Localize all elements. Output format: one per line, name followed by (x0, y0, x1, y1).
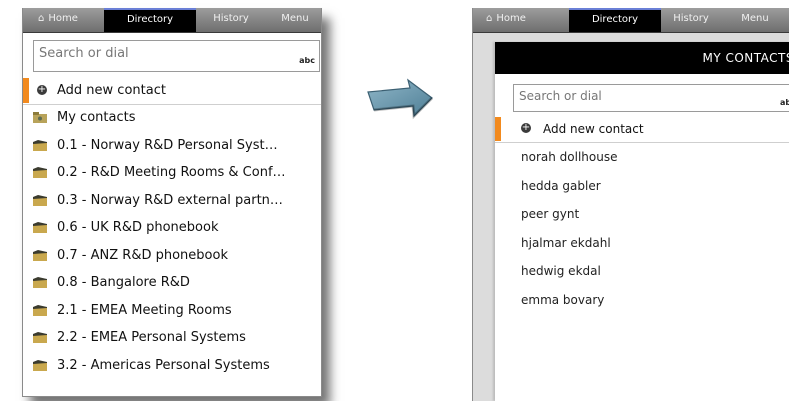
folder-label: 0.2 - R&D Meeting Rooms & Conf… (57, 165, 286, 180)
folder-item[interactable]: 3.2 - Americas Personal Systems (23, 353, 321, 379)
tab-history[interactable]: History (201, 8, 261, 32)
tab-home[interactable]: ⌂ Home (473, 8, 539, 32)
page-title-bar: MY CONTACTS (495, 42, 789, 74)
directory-panel: ⌂ Home Directory History Menu Search or d… (22, 8, 322, 397)
input-mode-indicator[interactable]: abc (780, 98, 789, 107)
folder-item[interactable]: 0.8 - Bangalore R&D (23, 270, 321, 296)
add-icon: + (37, 84, 47, 95)
contact-item[interactable]: hjalmar ekdahl (521, 230, 781, 256)
folder-icon (33, 359, 47, 371)
add-new-contact-label: Add new contact (57, 83, 166, 98)
search-input[interactable]: Search or dial abc (33, 40, 320, 72)
tab-directory[interactable]: Directory (104, 8, 196, 32)
my-contacts-panel: ⌂ Home Directory History Menu MY CONTACTS… (472, 8, 789, 401)
tab-home-label: Home (496, 13, 526, 24)
folder-label: My contacts (57, 110, 136, 125)
add-new-contact-item[interactable]: + Add new contact (23, 78, 321, 104)
tab-home[interactable]: ⌂ Home (23, 8, 93, 32)
search-input[interactable]: Search or dial abc (513, 84, 789, 112)
page-title: MY CONTACTS (702, 51, 789, 65)
tab-menu[interactable]: Menu (269, 8, 321, 32)
add-new-contact-item[interactable]: + Add new contact (495, 116, 789, 142)
tab-home-label: Home (48, 13, 78, 24)
input-mode-indicator[interactable]: abc (299, 56, 315, 65)
folder-label: 0.7 - ANZ R&D phonebook (57, 247, 228, 263)
add-new-contact-label: Add new contact (543, 122, 644, 136)
folder-item[interactable]: 0.3 - Norway R&D external partn… (23, 188, 321, 214)
folder-icon (33, 249, 47, 261)
folder-icon (33, 277, 47, 288)
folder-icon (33, 332, 47, 343)
tab-bar-secondary: ⌂ Home Directory History Menu (473, 8, 789, 33)
contact-item[interactable]: hedwig ekdal (521, 258, 781, 284)
contacts-folder-icon (33, 112, 47, 123)
search-placeholder: Search or dial (39, 46, 129, 61)
folder-label: 0.6 - UK R&D phonebook (57, 220, 219, 235)
folder-label: 3.2 - Americas Personal Systems (57, 357, 270, 373)
folder-item[interactable]: 0.1 - Norway R&D Personal Syst… (23, 133, 321, 159)
search-placeholder: Search or dial (519, 89, 602, 103)
contact-item[interactable]: hedda gabler (521, 173, 781, 199)
tab-directory[interactable]: Directory (569, 8, 661, 32)
folder-item[interactable]: 2.1 - EMEA Meeting Rooms (23, 298, 321, 324)
folder-icon (33, 304, 47, 316)
divider (495, 142, 789, 143)
folder-item-my-contacts[interactable]: My contacts (23, 105, 321, 131)
folder-label: 0.3 - Norway R&D external partn… (57, 192, 283, 208)
folder-icon (33, 194, 47, 206)
add-icon: + (521, 122, 531, 133)
folder-icon (33, 222, 47, 233)
folder-label: 0.1 - Norway R&D Personal Syst… (57, 137, 278, 153)
tab-menu[interactable]: Menu (725, 8, 785, 32)
contact-item[interactable]: norah dollhouse (521, 144, 781, 170)
contact-item[interactable]: emma bovary (521, 287, 781, 313)
folder-item[interactable]: 0.6 - UK R&D phonebook (23, 215, 321, 241)
folder-label: 2.1 - EMEA Meeting Rooms (57, 302, 232, 318)
folder-item[interactable]: 0.2 - R&D Meeting Rooms & Conf… (23, 160, 321, 186)
transition-arrow-icon (367, 78, 434, 120)
folder-item[interactable]: 0.7 - ANZ R&D phonebook (23, 243, 321, 269)
home-icon: ⌂ (38, 13, 45, 24)
contact-item[interactable]: peer gynt (521, 201, 781, 227)
folder-icon (33, 139, 47, 151)
folder-label: 2.2 - EMEA Personal Systems (57, 330, 246, 345)
folder-item[interactable]: 2.2 - EMEA Personal Systems (23, 325, 321, 351)
tab-history[interactable]: History (661, 8, 721, 32)
home-icon: ⌂ (486, 13, 493, 24)
folder-icon (33, 167, 47, 178)
tab-bar: ⌂ Home Directory History Menu (23, 8, 321, 33)
folder-label: 0.8 - Bangalore R&D (57, 275, 190, 290)
